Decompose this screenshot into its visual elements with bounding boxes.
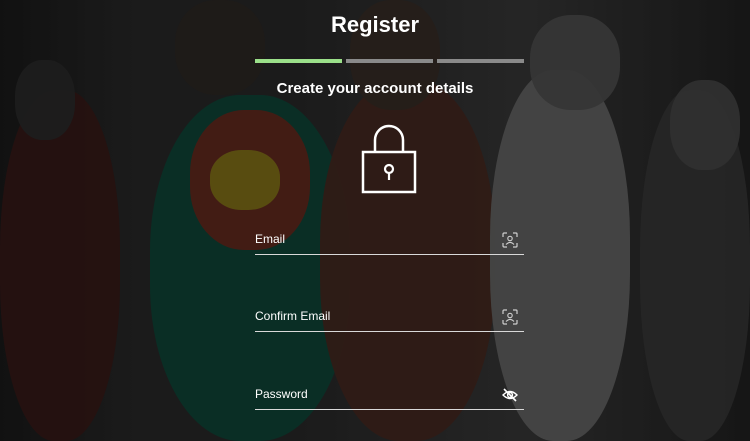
- face-scan-icon[interactable]: [502, 309, 518, 325]
- password-input[interactable]: [255, 383, 485, 407]
- page-title: Register: [330, 12, 420, 37]
- register-screen: Register Create your account details Ema…: [0, 0, 750, 441]
- password-field[interactable]: Password: [255, 383, 524, 410]
- progress-step-3: [437, 59, 524, 63]
- email-input[interactable]: [255, 228, 485, 252]
- progress-step-2: [346, 59, 433, 63]
- progress-step-1: [255, 59, 342, 63]
- email-field[interactable]: Email: [255, 228, 524, 255]
- face-scan-icon[interactable]: [502, 232, 518, 248]
- step-progress-bar: [255, 59, 524, 63]
- eye-slash-icon[interactable]: [502, 387, 518, 403]
- confirm-email-input[interactable]: [255, 305, 485, 329]
- lock-icon: [361, 124, 417, 194]
- page-subtitle: Create your account details: [276, 80, 474, 97]
- confirm-email-field[interactable]: Confirm Email: [255, 305, 524, 332]
- background-overlay: [0, 0, 750, 441]
